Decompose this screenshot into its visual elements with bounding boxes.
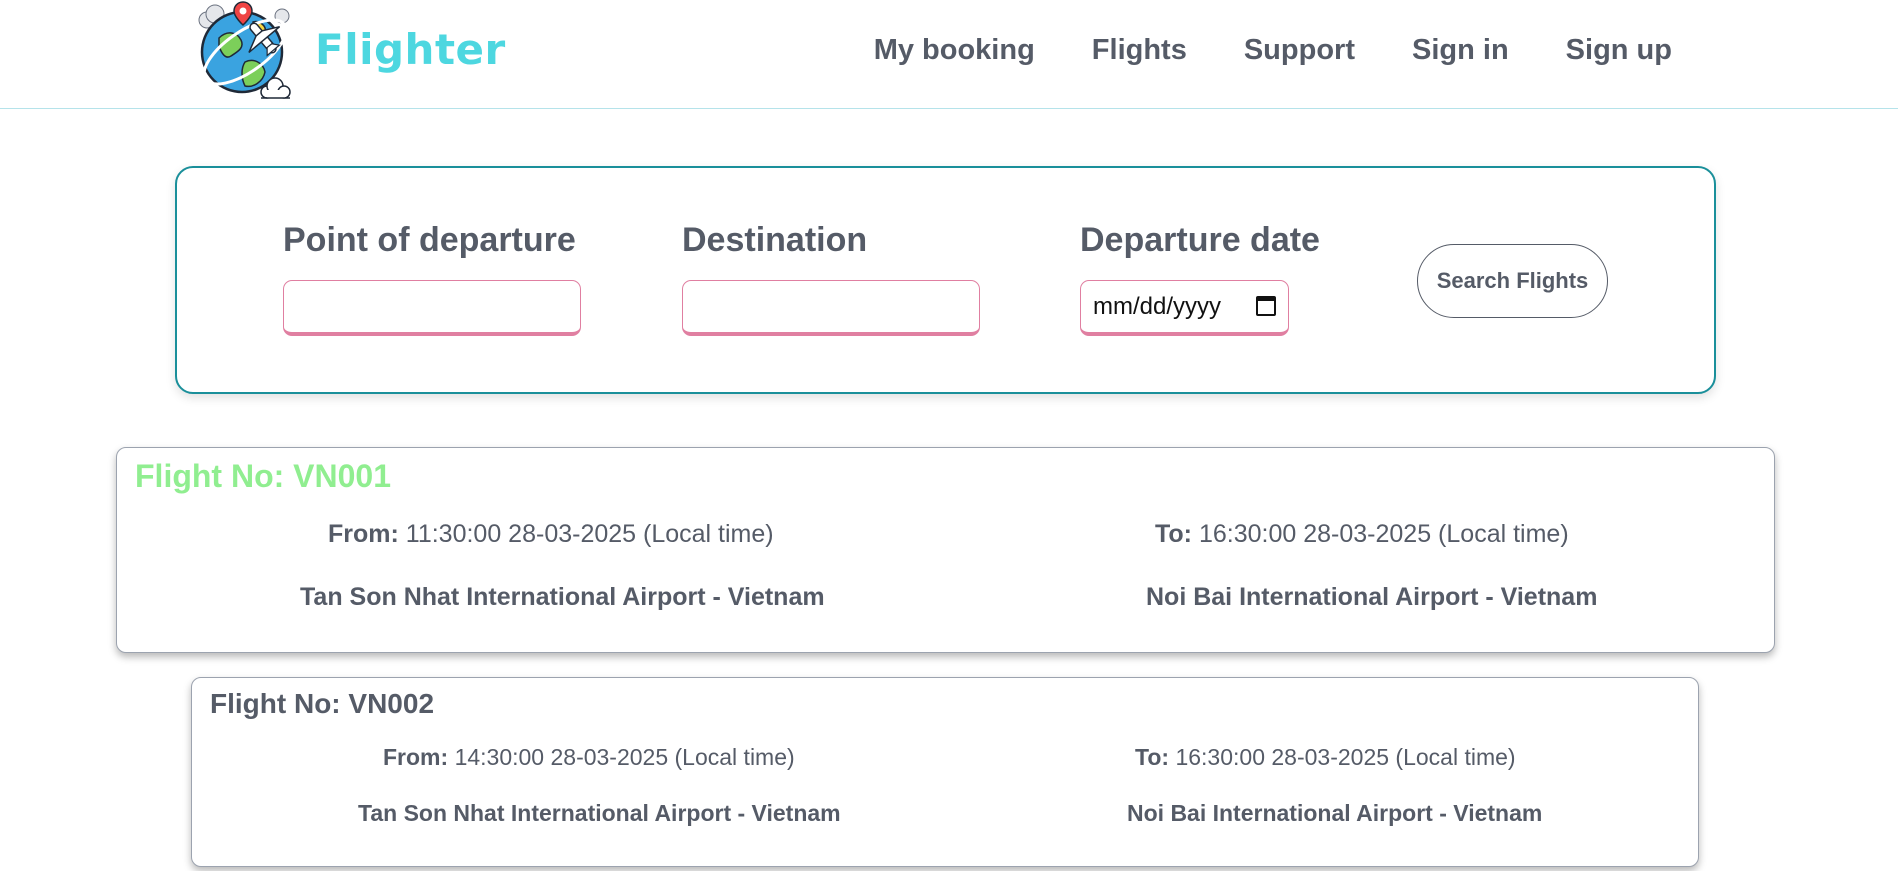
date-placeholder: mm/dd/yyyy: [1093, 292, 1222, 320]
nav-sign-up[interactable]: Sign up: [1566, 30, 1672, 70]
departure-airport: Tan Son Nhat International Airport - Vie…: [300, 583, 825, 611]
main-nav: My booking Flights Support Sign in Sign …: [874, 30, 1672, 70]
arrival-airport: Noi Bai International Airport - Vietnam: [1127, 800, 1543, 826]
departure-time: From: 14:30:00 28-03-2025 (Local time): [383, 744, 795, 771]
flight-number: Flight No: VN001: [135, 458, 392, 494]
from-time-value: 14:30:00 28-03-2025 (Local time): [454, 744, 795, 770]
to-label: To:: [1155, 520, 1193, 548]
search-flights-button[interactable]: Search Flights: [1417, 244, 1608, 318]
flight-search-panel: Point of departure Destination Departure…: [175, 166, 1716, 394]
departure-time: From: 11:30:00 28-03-2025 (Local time): [328, 520, 774, 549]
globe-airplane-icon: [198, 1, 291, 99]
brand-name: Flighter: [315, 24, 506, 74]
to-time-value: 16:30:00 28-03-2025 (Local time): [1175, 744, 1516, 770]
departure-date-label: Departure date: [1080, 221, 1320, 259]
departure-field-group: Point of departure: [283, 220, 581, 336]
arrival-airport: Noi Bai International Airport - Vietnam: [1146, 583, 1598, 611]
to-label: To:: [1135, 744, 1170, 770]
nav-support[interactable]: Support: [1244, 30, 1355, 70]
calendar-icon[interactable]: [1256, 296, 1276, 316]
arrival-time: To: 16:30:00 28-03-2025 (Local time): [1155, 520, 1569, 549]
from-time-value: 11:30:00 28-03-2025 (Local time): [405, 520, 774, 548]
flight-number: Flight No: VN002: [210, 688, 435, 719]
nav-flights[interactable]: Flights: [1092, 30, 1187, 70]
date-field-group: Departure date mm/dd/yyyy: [1080, 220, 1320, 336]
from-label: From:: [383, 744, 449, 770]
nav-sign-in[interactable]: Sign in: [1412, 30, 1509, 70]
arrival-time: To: 16:30:00 28-03-2025 (Local time): [1135, 744, 1516, 771]
from-label: From:: [328, 520, 399, 548]
departure-label: Point of departure: [283, 221, 576, 259]
destination-field-group: Destination: [682, 220, 980, 336]
destination-label: Destination: [682, 221, 868, 259]
site-header: Flighter My booking Flights Support Sign…: [0, 0, 1898, 109]
flight-card[interactable]: Flight No: VN002 From: 14:30:00 28-03-20…: [191, 677, 1699, 867]
brand-logo-link[interactable]: Flighter: [197, 0, 506, 100]
nav-my-booking[interactable]: My booking: [874, 30, 1035, 70]
flight-card[interactable]: Flight No: VN001 From: 11:30:00 28-03-20…: [116, 447, 1775, 653]
to-time-value: 16:30:00 28-03-2025 (Local time): [1198, 520, 1569, 548]
departure-input[interactable]: [283, 280, 581, 336]
departure-date-input[interactable]: mm/dd/yyyy: [1080, 280, 1289, 336]
departure-airport: Tan Son Nhat International Airport - Vie…: [358, 800, 841, 826]
destination-input[interactable]: [682, 280, 980, 336]
